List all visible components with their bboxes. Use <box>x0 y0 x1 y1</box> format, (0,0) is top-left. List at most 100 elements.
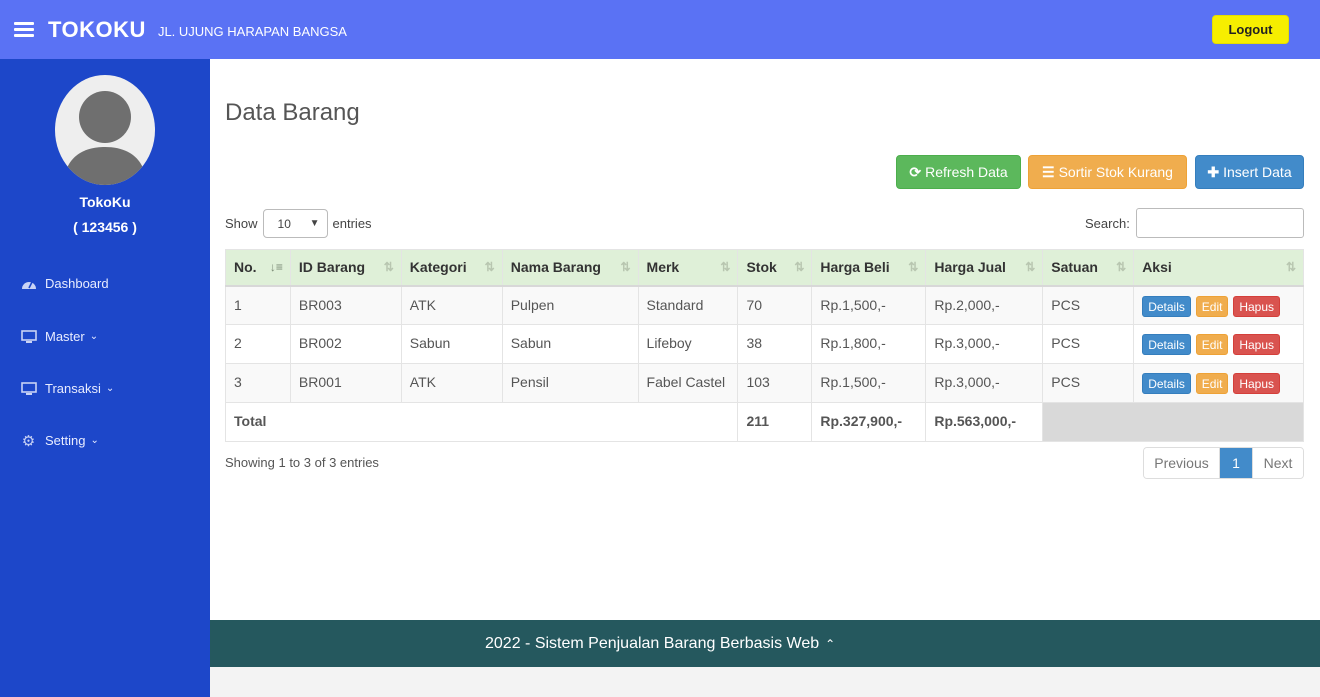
column-header[interactable]: Satuan ⇅ <box>1042 249 1135 287</box>
details-button[interactable]: Details <box>1142 334 1191 355</box>
sidebar-item-master[interactable]: Master ⌄ <box>20 329 98 344</box>
table-header-row: No. ↓≡ ID Barang ⇅ Kategori ⇅ Nama Barang ⇅ … <box>225 249 1304 287</box>
sidebar-item-transaksi[interactable]: Transaksi ⌄ <box>20 381 114 396</box>
hapus-button[interactable]: Hapus <box>1233 334 1281 355</box>
sort-icon: ⇅ <box>1285 260 1296 274</box>
column-header[interactable]: Aksi ⇅ <box>1133 249 1304 287</box>
cell-kategori: ATK <box>400 363 503 403</box>
sort-icon: ⇅ <box>620 260 631 274</box>
entries-select[interactable]: 10 ▼ <box>262 209 328 238</box>
sidebar-item-label: Transaksi <box>45 381 101 396</box>
hamburger-menu-icon[interactable] <box>14 22 34 37</box>
column-label: Satuan <box>1051 259 1098 276</box>
sortir-stok-label: Sortir Stok Kurang <box>1058 164 1173 180</box>
search-label: Search: <box>1085 215 1130 231</box>
column-label: No. <box>234 259 257 276</box>
show-label: Show <box>225 216 258 231</box>
entries-value: 10 <box>277 216 291 231</box>
plus-icon: ✚ <box>1207 163 1220 180</box>
monitor-icon <box>20 381 37 396</box>
page-1-button[interactable]: 1 <box>1220 448 1252 478</box>
entries-label: entries <box>332 216 372 231</box>
monitor-icon <box>20 329 37 344</box>
chevron-down-icon: ⌄ <box>105 383 115 394</box>
avatar <box>55 75 155 185</box>
cell-harga-jual: Rp.2,000,- <box>925 285 1044 325</box>
insert-data-label: Insert Data <box>1223 164 1292 180</box>
cell-kategori: ATK <box>400 285 503 325</box>
column-label: Harga Jual <box>934 259 1006 276</box>
hapus-button[interactable]: Hapus <box>1233 295 1281 317</box>
cell-harga-beli: Rp.1,500,- <box>811 285 927 325</box>
column-label: Harga Beli <box>820 259 890 276</box>
column-label: Stok <box>746 259 777 276</box>
cell-id: BR001 <box>289 363 402 403</box>
details-button[interactable]: Details <box>1142 295 1191 317</box>
data-table: No. ↓≡ ID Barang ⇅ Kategori ⇅ Nama Barang ⇅ … <box>224 249 1304 442</box>
column-label: Nama Barang <box>510 259 601 276</box>
cell-kategori: Sabun <box>400 324 503 364</box>
cell-nama: Pulpen <box>501 285 639 325</box>
sidebar-item-dashboard[interactable]: Dashboard <box>20 276 109 291</box>
cell-harga-jual: Rp.3,000,- <box>925 363 1044 403</box>
sortir-stok-button[interactable]: ☰ Sortir Stok Kurang <box>1028 155 1187 189</box>
previous-page-button[interactable]: Previous <box>1144 448 1220 478</box>
logout-button[interactable]: Logout <box>1212 15 1289 44</box>
sidebar-item-label: Setting <box>45 433 86 448</box>
cell-merk: Lifeboy <box>637 324 739 364</box>
refresh-icon: ⟳ <box>909 163 922 180</box>
table-info: Showing 1 to 3 of 3 entries <box>225 455 379 470</box>
column-header[interactable]: No. ↓≡ <box>225 249 291 287</box>
column-header[interactable]: Harga Beli ⇅ <box>811 249 927 287</box>
next-page-button[interactable]: Next <box>1252 448 1303 478</box>
edit-button[interactable]: Edit <box>1195 334 1229 355</box>
details-button[interactable]: Details <box>1142 373 1191 394</box>
insert-data-button[interactable]: ✚ Insert Data <box>1195 155 1304 189</box>
sidebar: TokoKu ( 123456 ) Dashboard Master ⌄ Tra… <box>0 59 210 697</box>
column-header[interactable]: Kategori ⇅ <box>400 249 503 287</box>
cell-no: 3 <box>225 363 291 403</box>
pagination: Previous 1 Next <box>1143 447 1304 479</box>
hapus-button[interactable]: Hapus <box>1233 373 1281 394</box>
refresh-data-button[interactable]: ⟳ Refresh Data <box>896 155 1021 189</box>
cell-stok: 70 <box>737 285 813 325</box>
footer: 2022 - Sistem Penjualan Barang Berbasis … <box>210 620 1320 667</box>
sort-icon: ⇅ <box>383 260 394 274</box>
cell-aksi: Details Edit Hapus <box>1133 324 1304 364</box>
total-label: Total <box>224 402 739 442</box>
chevron-up-icon[interactable]: ⌃ <box>825 637 835 651</box>
cell-stok: 38 <box>737 324 813 364</box>
column-label: Kategori <box>409 259 467 276</box>
total-empty-cell <box>1042 402 1304 442</box>
sort-icon: ⇅ <box>1025 260 1036 274</box>
cell-merk: Standard <box>637 285 739 325</box>
cell-nama: Sabun <box>501 324 639 364</box>
table-row: 3 BR001 ATK Pensil Fabel Castel 103 Rp.1… <box>225 363 1304 403</box>
cell-satuan: PCS <box>1042 324 1135 364</box>
cell-harga-jual: Rp.3,000,- <box>925 324 1044 364</box>
gear-icon: ⚙ <box>21 432 36 450</box>
edit-button[interactable]: Edit <box>1195 373 1229 394</box>
sidebar-item-label: Dashboard <box>45 276 109 291</box>
list-icon: ☰ <box>1042 163 1055 180</box>
column-header[interactable]: Nama Barang ⇅ <box>501 249 639 287</box>
total-harga-jual: Rp.563,000,- <box>925 402 1044 442</box>
cell-harga-beli: Rp.1,800,- <box>811 324 927 364</box>
user-id: ( 123456 ) <box>73 219 137 235</box>
column-header[interactable]: Stok ⇅ <box>737 249 813 287</box>
dashboard-icon <box>20 276 37 291</box>
column-label: Aksi <box>1142 259 1172 276</box>
column-header[interactable]: Harga Jual ⇅ <box>925 249 1044 287</box>
main-content: Data Barang ⟳ Refresh Data ☰ Sortir Stok… <box>210 59 1320 620</box>
refresh-data-label: Refresh Data <box>925 164 1008 180</box>
column-header[interactable]: ID Barang ⇅ <box>289 249 402 287</box>
edit-button[interactable]: Edit <box>1195 295 1229 317</box>
total-stok: 211 <box>737 402 813 442</box>
cell-harga-beli: Rp.1,500,- <box>811 363 927 403</box>
page-title: Data Barang <box>225 99 360 126</box>
search-input[interactable] <box>1135 208 1304 238</box>
cell-satuan: PCS <box>1042 363 1135 403</box>
column-header[interactable]: Merk ⇅ <box>637 249 739 287</box>
sidebar-item-setting[interactable]: ⚙ Setting ⌄ <box>20 432 99 450</box>
sort-icon: ↓≡ <box>269 260 283 274</box>
